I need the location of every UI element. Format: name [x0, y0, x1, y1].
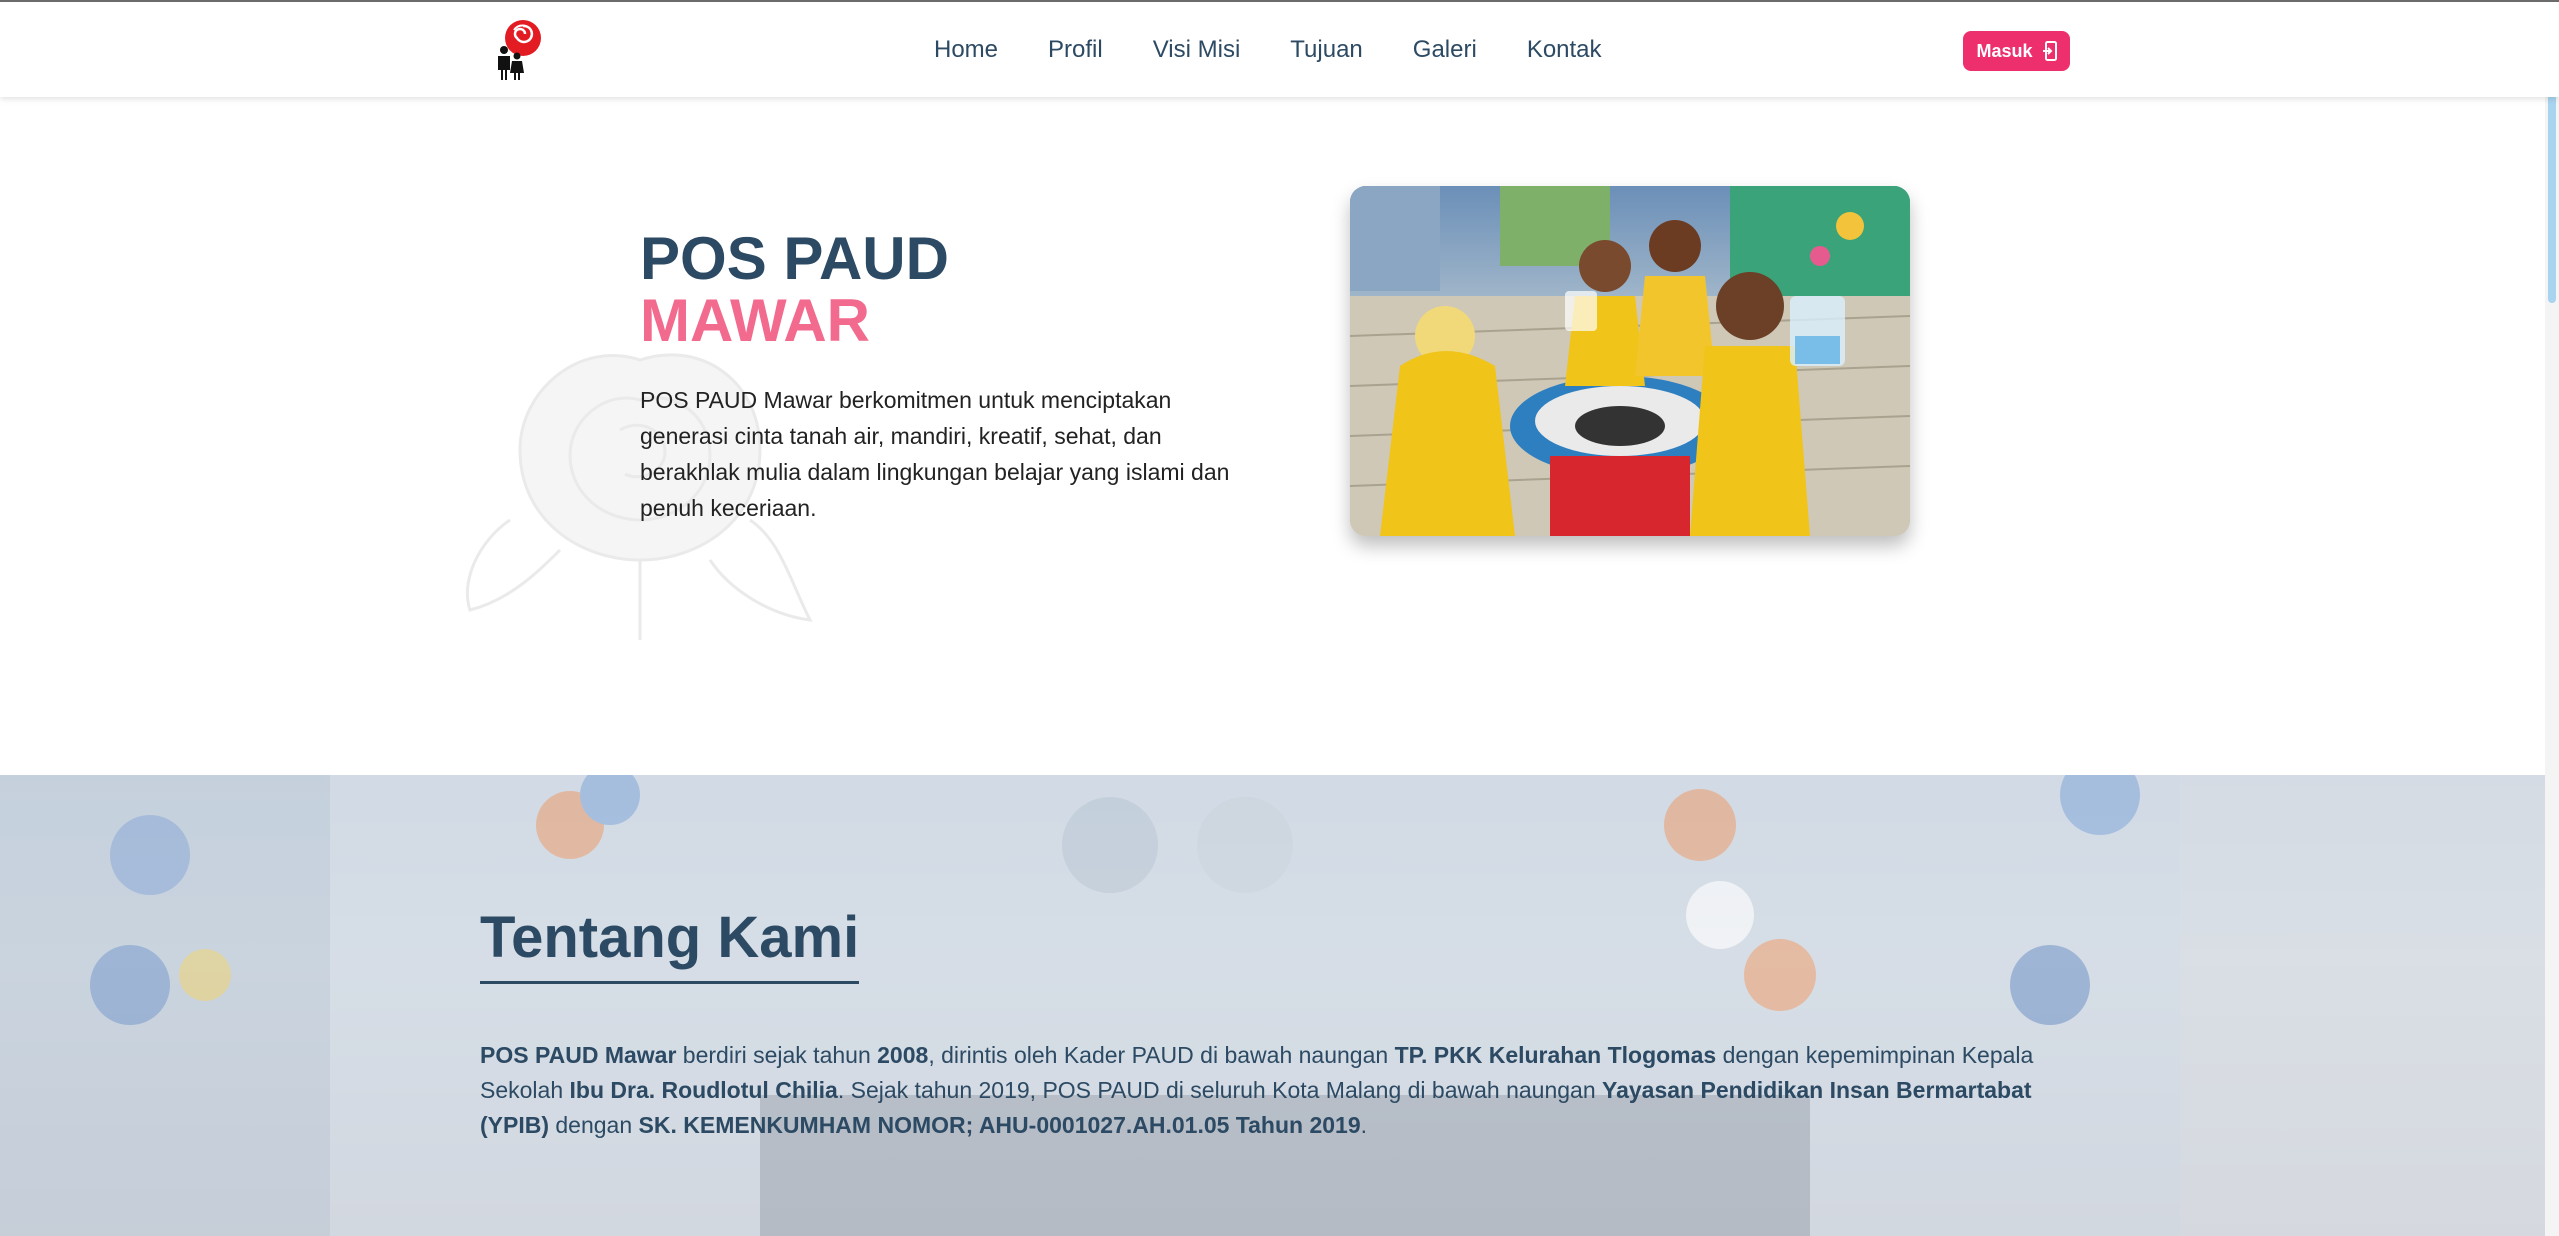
- about-text-bold: 2008: [877, 1042, 929, 1068]
- nav-tujuan[interactable]: Tujuan: [1290, 32, 1363, 68]
- hero-title-line1: POS PAUD: [640, 225, 949, 292]
- about-paragraph: POS PAUD Mawar berdiri sejak tahun 2008,…: [480, 1038, 2080, 1143]
- about-text-bold: SK. KEMENKUMHAM NOMOR; AHU-0001027.AH.01…: [638, 1112, 1361, 1138]
- about-text: .: [1360, 1112, 1368, 1138]
- hero-title-line2: MAWAR: [640, 287, 870, 354]
- about-text: , dirintis oleh Kader PAUD di bawah naun…: [928, 1042, 1395, 1068]
- navbar: Home Profil Visi Misi Tujuan Galeri Kont…: [0, 0, 2559, 97]
- graduation-background-photo: [0, 775, 2545, 1236]
- login-button-label: Masuk: [1976, 40, 2033, 61]
- about-title: Tentang Kami: [480, 907, 860, 984]
- about-text: dengan: [549, 1112, 639, 1138]
- rose-family-logo-icon[interactable]: [490, 16, 548, 80]
- about-section: Tentang Kami POS PAUD Mawar berdiri seja…: [0, 775, 2545, 1236]
- about-text: berdiri sejak tahun: [676, 1042, 878, 1068]
- main-nav: Home Profil Visi Misi Tujuan Galeri Kont…: [934, 32, 1652, 68]
- about-text-bold: TP. PKK Kelurahan Tlogomas: [1394, 1042, 1717, 1068]
- children-water-experiment-photo: [1350, 186, 1910, 536]
- login-door-icon: [2042, 41, 2057, 61]
- nav-profil[interactable]: Profil: [1048, 32, 1103, 68]
- hero-description: POS PAUD Mawar berkomitmen untuk mencipt…: [640, 387, 1230, 521]
- nav-home[interactable]: Home: [934, 32, 998, 68]
- about-text-bold: Ibu Dra. Roudlotul Chilia: [569, 1077, 838, 1103]
- about-text-bold: POS PAUD Mawar: [480, 1042, 677, 1068]
- nav-galeri[interactable]: Galeri: [1413, 32, 1477, 68]
- hero-title: POS PAUD MAWAR: [640, 228, 949, 352]
- login-button[interactable]: Masuk: [1963, 31, 2070, 71]
- nav-kontak[interactable]: Kontak: [1527, 32, 1602, 68]
- nav-visi-misi[interactable]: Visi Misi: [1153, 32, 1241, 68]
- about-text: . Sejak tahun 2019, POS PAUD di seluruh …: [837, 1077, 1603, 1103]
